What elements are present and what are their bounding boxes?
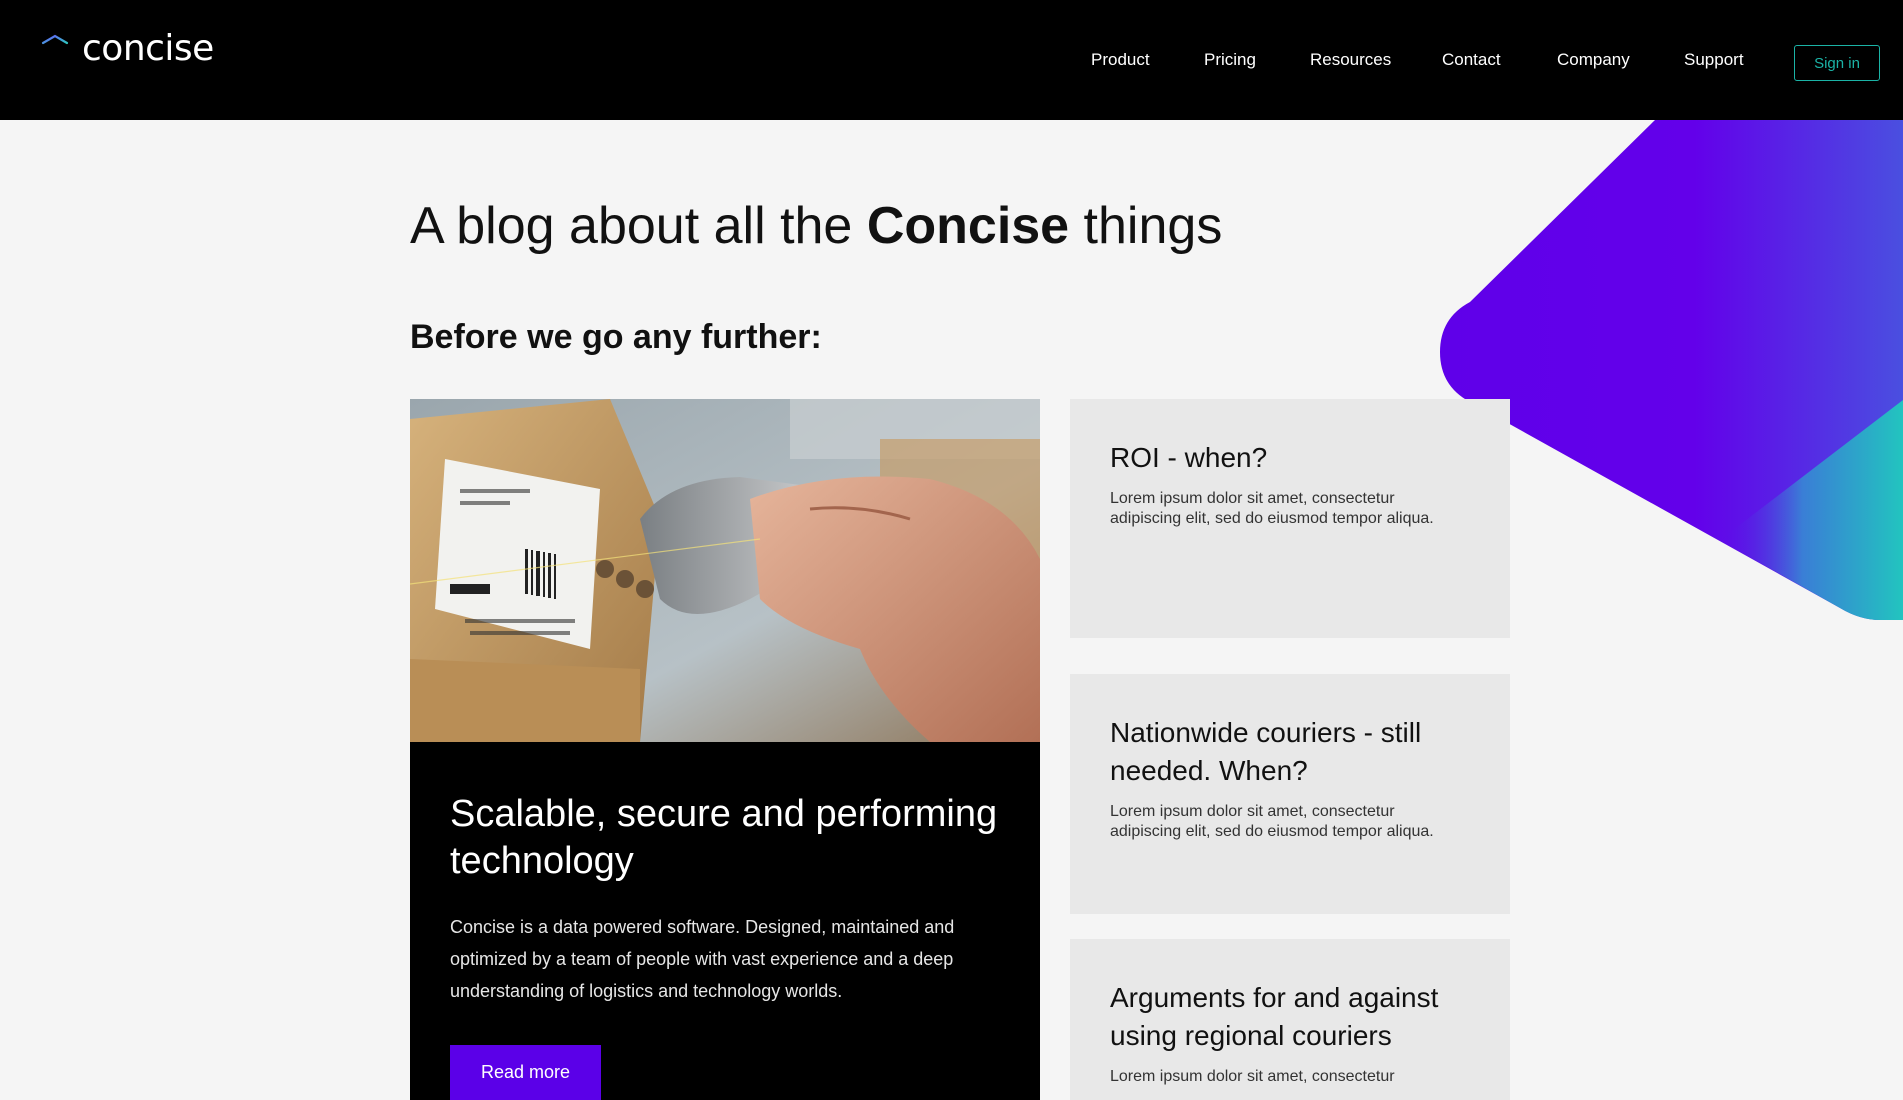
article-card-title: ROI - when? (1110, 442, 1268, 473)
featured-article-title: Scalable, secure and performing technolo… (450, 793, 998, 882)
barcode-scanner-photo (410, 399, 1040, 742)
article-card-regional-couriers[interactable]: Arguments for and against using regional… (1070, 939, 1510, 1100)
nav-item-pricing[interactable]: Pricing (1204, 50, 1256, 70)
featured-article-text: Concise is a data powered software. Desi… (450, 917, 955, 1001)
article-card-title: Arguments for and against using regional… (1110, 982, 1439, 1051)
featured-article-card: Scalable, secure and performing technolo… (410, 399, 1040, 1100)
top-navigation-bar: concise Product Pricing Resources Contac… (0, 0, 1903, 120)
nav-item-support[interactable]: Support (1684, 50, 1744, 70)
page-title-suffix: things (1069, 197, 1223, 255)
article-card-nationwide-couriers[interactable]: Nationwide couriers - still needed. When… (1070, 674, 1510, 914)
sign-in-button[interactable]: Sign in (1794, 45, 1880, 81)
nav-item-product[interactable]: Product (1091, 50, 1150, 70)
nav-item-resources[interactable]: Resources (1310, 50, 1391, 70)
nav-item-contact[interactable]: Contact (1442, 50, 1501, 70)
page-title-brand: Concise (866, 197, 1070, 255)
article-card-roi[interactable]: ROI - when? Lorem ipsum dolor sit amet, … (1070, 399, 1510, 638)
read-more-button[interactable]: Read more (450, 1045, 601, 1100)
nav-item-company[interactable]: Company (1557, 50, 1630, 70)
page-title-prefix: A blog about all the (410, 197, 867, 255)
page-title: A blog about all the Concise things (410, 196, 1222, 256)
section-title: Before we go any further: (410, 318, 822, 356)
article-card-text: Lorem ipsum dolor sit amet, consectetur … (1110, 803, 1434, 840)
article-card-title: Nationwide couriers - still needed. When… (1110, 717, 1422, 786)
main-nav: Product Pricing Resources Contact Compan… (0, 0, 1903, 120)
article-card-text: Lorem ipsum dolor sit amet, consectetur … (1110, 490, 1434, 527)
article-card-text: Lorem ipsum dolor sit amet, consectetur (1110, 1068, 1395, 1085)
